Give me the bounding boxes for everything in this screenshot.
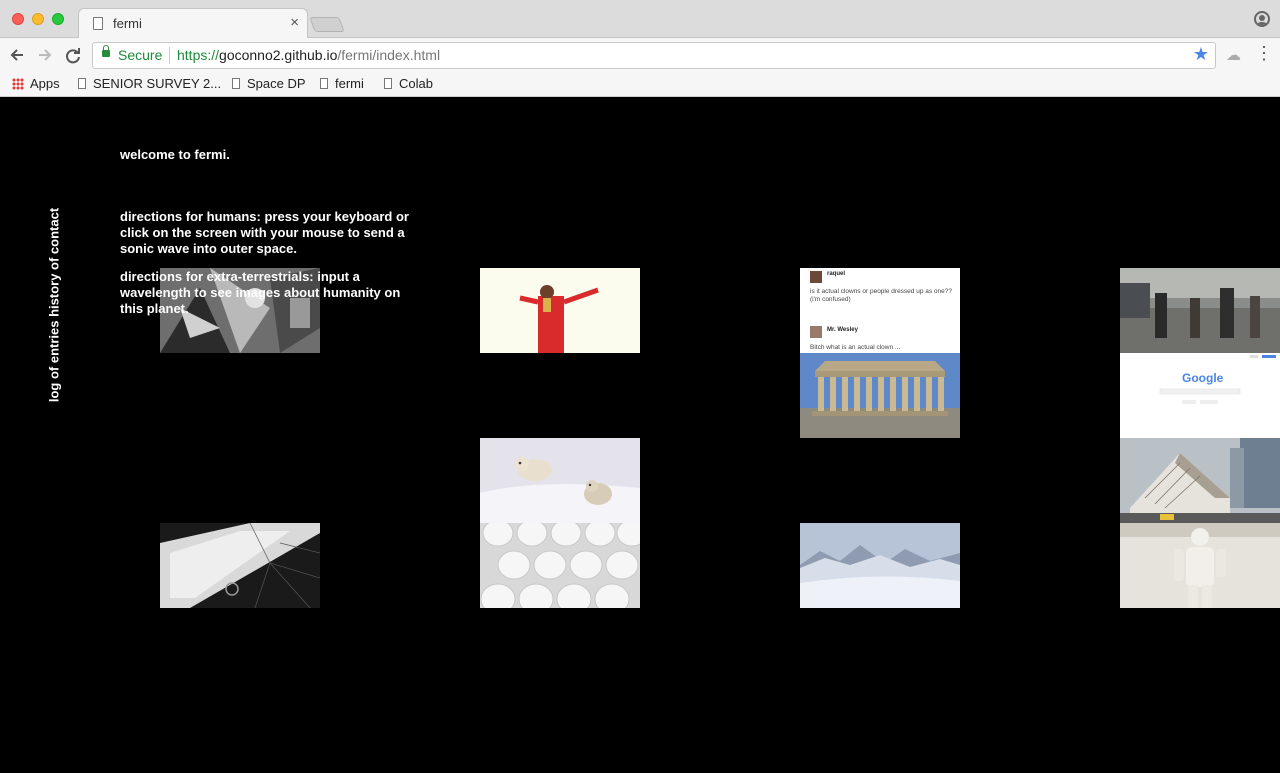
reload-icon[interactable]	[62, 44, 84, 66]
address-divider	[169, 47, 170, 64]
cracked-phone-image	[160, 523, 320, 608]
fermi-page[interactable]: log of entries history of contact welcom…	[0, 97, 1280, 773]
google-homepage-image: Google	[1120, 353, 1280, 438]
drive-extension-icon[interactable]: ☁	[1226, 46, 1241, 64]
minimize-window-button[interactable]	[32, 13, 44, 25]
bookmark-label: Apps	[30, 76, 60, 91]
bookmark-colab[interactable]: Colab	[384, 76, 433, 91]
address-bar[interactable]: Secure https://goconno2.github.io/fermi/…	[92, 42, 1216, 69]
url-host: goconno2.github.io	[219, 47, 338, 63]
google-logo: Google	[1182, 371, 1224, 385]
page-icon	[78, 78, 86, 89]
tweet-user-2: Mr. Wesley	[827, 327, 858, 333]
url-scheme: https://	[177, 47, 220, 63]
page-icon	[93, 17, 103, 30]
david-statue-image	[1120, 523, 1280, 608]
eggs-image	[480, 523, 640, 608]
browser-toolbar: Secure https://goconno2.github.io/fermi/…	[0, 38, 1280, 72]
browser-tab[interactable]: fermi ×	[78, 8, 308, 39]
secure-label: Secure	[118, 47, 163, 63]
bookmark-label: Space DP	[247, 76, 306, 91]
bookmarks-bar: Apps SENIOR SURVEY 2... Space DP fermi C…	[0, 72, 1280, 97]
tab-title: fermi	[113, 16, 142, 31]
page-icon	[320, 78, 328, 89]
tweet-user-1: raquel	[827, 271, 846, 277]
bookmark-label: SENIOR SURVEY 2...	[93, 76, 222, 91]
bookmark-label: Colab	[399, 76, 433, 91]
tweet-text-1: is it actual clowns or people dressed up…	[810, 288, 953, 303]
back-arrow-icon[interactable]	[6, 44, 28, 66]
polar-bears-image	[480, 438, 640, 523]
bookmark-label: fermi	[335, 76, 364, 91]
bookmark-apps[interactable]: Apps	[12, 76, 60, 91]
welcome-heading: welcome to fermi.	[120, 147, 230, 162]
bookmark-star-icon[interactable]: ★	[1193, 44, 1209, 65]
bookmark-space-dp[interactable]: Space DP	[232, 76, 306, 91]
bookmark-senior-survey[interactable]: SENIOR SURVEY 2...	[78, 76, 221, 91]
page-icon	[384, 78, 392, 89]
directions-extraterrestrials: directions for extra-terrestrials: input…	[120, 269, 401, 316]
url-text[interactable]: https://goconno2.github.io/fermi/index.h…	[177, 47, 440, 63]
close-tab-icon[interactable]: ×	[290, 14, 299, 32]
browser-titlebar: fermi ×	[0, 0, 1280, 39]
profile-icon[interactable]	[1254, 11, 1270, 27]
new-tab-button[interactable]	[309, 17, 345, 32]
page-icon	[232, 78, 240, 89]
maximize-window-button[interactable]	[52, 13, 64, 25]
bookmark-fermi[interactable]: fermi	[320, 76, 364, 91]
apps-grid-icon	[12, 78, 24, 90]
more-menu-icon[interactable]: ⋮	[1255, 44, 1273, 62]
snowy-mountains-image	[800, 523, 960, 608]
directions-humans: directions for humans: press your keyboa…	[120, 209, 409, 256]
parthenon-image	[800, 353, 960, 438]
tweet-screenshot-image: raquel is it actual clowns or people dre…	[800, 268, 960, 353]
lock-icon	[102, 45, 110, 57]
vertical-nav-links[interactable]: log of entries history of contact	[47, 208, 62, 402]
close-window-button[interactable]	[12, 13, 24, 25]
forward-arrow-icon[interactable]	[34, 44, 56, 66]
tweet-text-2: Bitch what is an actual clown ...	[810, 344, 901, 351]
modern-building-image	[1120, 438, 1280, 523]
street-crowd-image	[1120, 268, 1280, 353]
kanye-image	[480, 268, 640, 353]
url-path: /fermi/index.html	[337, 47, 441, 63]
